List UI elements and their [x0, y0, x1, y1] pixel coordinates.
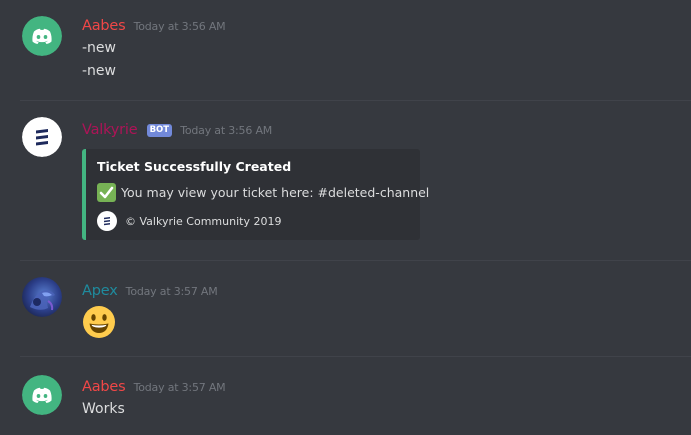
message-header: Apex Today at 3:57 AM [82, 281, 218, 301]
timestamp: Today at 3:56 AM [180, 124, 273, 137]
message-header: Aabes Today at 3:56 AM [82, 16, 226, 36]
avatar[interactable] [22, 375, 62, 415]
valkyrie-logo-icon [97, 211, 117, 231]
smiley-emoji-icon[interactable] [82, 305, 116, 339]
message-divider [20, 260, 691, 261]
avatar[interactable] [22, 117, 62, 157]
embed-footer: © Valkyrie Community 2019 [97, 211, 281, 231]
timestamp: Today at 3:57 AM [125, 285, 218, 298]
apex-avatar-image [22, 277, 62, 317]
message-divider [20, 356, 691, 357]
username[interactable]: Apex [82, 283, 118, 299]
avatar[interactable] [22, 277, 62, 317]
embed: Ticket Successfully Created You may view… [82, 149, 429, 240]
discord-logo-icon [22, 16, 62, 56]
message-text: Works [82, 401, 125, 417]
embed-description: You may view your ticket here: #deleted-… [97, 183, 429, 202]
message-header: Valkyrie BOT Today at 3:56 AM [82, 120, 272, 140]
message-text: -new [82, 63, 116, 79]
username[interactable]: Aabes [82, 379, 126, 395]
message-header: Aabes Today at 3:57 AM [82, 377, 226, 397]
message-text: -new [82, 40, 116, 56]
username[interactable]: Aabes [82, 18, 126, 34]
chat-messages: Aabes Today at 3:56 AM -new -new Valkyri… [0, 0, 691, 435]
timestamp: Today at 3:57 AM [133, 381, 226, 394]
timestamp: Today at 3:56 AM [133, 20, 226, 33]
embed-title: Ticket Successfully Created [97, 159, 292, 174]
username[interactable]: Valkyrie [82, 122, 138, 138]
white-check-mark-icon [97, 183, 116, 202]
discord-logo-icon [22, 375, 62, 415]
bot-tag: BOT [146, 124, 173, 137]
valkyrie-logo-icon [22, 117, 62, 157]
avatar[interactable] [22, 16, 62, 56]
embed-footer-text: © Valkyrie Community 2019 [125, 214, 282, 228]
message-divider [20, 100, 691, 101]
embed-description-text: You may view your ticket here: #deleted-… [121, 185, 430, 200]
